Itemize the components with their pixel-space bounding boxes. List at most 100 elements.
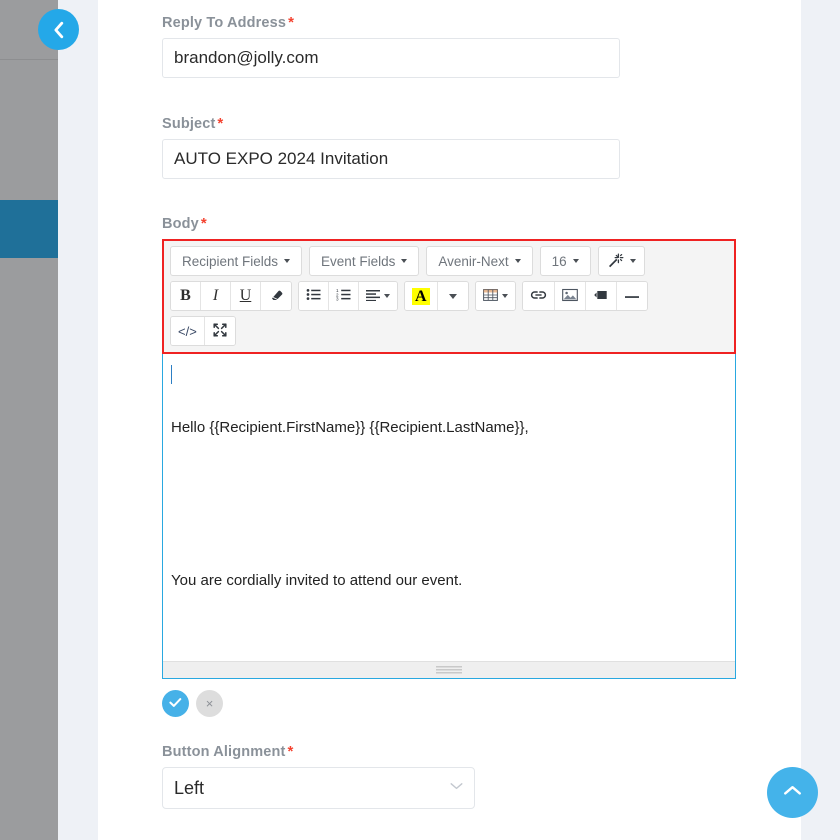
reply-to-address-label: Reply To Address * — [162, 14, 620, 31]
sidebar-divider — [0, 59, 58, 60]
view-button-group: </> — [170, 316, 236, 346]
content-gutter — [58, 0, 98, 840]
body-required-asterisk: * — [200, 215, 207, 232]
list-align-button-group: 1 2 3 — [298, 281, 398, 311]
svg-text:3: 3 — [336, 297, 339, 301]
italic-button[interactable]: I — [201, 282, 231, 310]
numbered-list-button[interactable]: 1 2 3 — [329, 282, 359, 310]
image-icon — [561, 288, 578, 305]
bold-button[interactable]: B — [171, 282, 201, 310]
left-sidebar — [0, 0, 58, 840]
underline-button[interactable]: U — [231, 282, 261, 310]
confirm-body-button[interactable] — [162, 690, 189, 717]
align-dropdown[interactable] — [359, 282, 397, 310]
underline-icon: U — [239, 287, 252, 304]
sidebar-active-item[interactable] — [0, 200, 58, 258]
sidebar-collapse-button[interactable] — [38, 9, 79, 50]
right-background-strip — [801, 0, 840, 840]
font-family-dropdown[interactable]: Avenir-Next — [426, 246, 533, 276]
styles-magic-wand-dropdown[interactable] — [597, 246, 645, 276]
editor-toolbar-row-3: </> — [170, 316, 728, 346]
button-alignment-select[interactable]: Left — [162, 767, 475, 809]
editor-status-bar — [163, 661, 735, 678]
app-root: Reply To Address* Subject* Body* Recipie… — [0, 0, 840, 840]
font-color-icon: A — [412, 287, 430, 305]
fullscreen-button[interactable] — [204, 317, 235, 345]
font-family-label: Avenir-Next — [438, 253, 509, 269]
insert-image-button[interactable] — [554, 282, 586, 310]
unordered-list-icon — [306, 288, 321, 304]
chevron-down-icon — [384, 294, 390, 298]
text-color-button-group: A — [404, 281, 469, 311]
body-label-text: Body — [162, 216, 199, 232]
code-view-button[interactable]: </> — [171, 317, 205, 345]
link-icon — [530, 289, 547, 304]
body-field-group: Body * Recipient Fields Event Fields Ave… — [162, 215, 736, 717]
text-cursor — [171, 365, 172, 384]
insert-button-group — [521, 281, 648, 311]
button-alignment-value: Left — [174, 777, 205, 798]
subject-field-group: Subject * — [162, 115, 620, 179]
font-size-dropdown[interactable]: 16 — [539, 246, 591, 276]
bold-icon: B — [180, 287, 191, 304]
body-action-buttons: × — [162, 690, 736, 717]
recipient-fields-label: Recipient Fields — [182, 253, 279, 269]
insert-video-button[interactable] — [585, 282, 617, 310]
reply-to-address-field-group: Reply To Address * — [162, 14, 620, 78]
table-icon — [482, 288, 498, 305]
reply-to-required-asterisk: * — [288, 14, 295, 31]
table-dropdown[interactable] — [475, 282, 515, 310]
editor-toolbar-row-1: Recipient Fields Event Fields Avenir-Nex… — [170, 246, 728, 276]
chevron-down-icon — [572, 259, 579, 263]
button-alignment-label: Button Alignment * — [162, 743, 475, 760]
align-left-icon — [366, 289, 380, 304]
editor-line-invite: You are cordially invited to attend our … — [171, 571, 463, 589]
font-size-label: 16 — [551, 253, 567, 269]
cancel-body-button[interactable]: × — [196, 690, 223, 717]
ordered-list-icon: 1 2 3 — [336, 288, 351, 304]
code-icon: </> — [178, 323, 197, 339]
editor-blank-line — [171, 492, 727, 517]
editor-toolbar-row-2: B I U 1 2 3 A — [170, 281, 728, 311]
magic-wand-icon — [607, 252, 624, 271]
rich-text-editor: Recipient Fields Event Fields Avenir-Nex… — [162, 239, 736, 679]
horizontal-rule-icon — [624, 289, 640, 304]
main-content-panel: Reply To Address* Subject* Body* Recipie… — [98, 0, 801, 840]
video-icon — [593, 289, 609, 304]
text-color-button[interactable]: A — [405, 282, 438, 310]
chevron-down-icon — [284, 259, 291, 263]
button-alignment-select-wrapper: Left — [162, 767, 475, 809]
chevron-down-icon — [448, 293, 457, 299]
scroll-to-top-button[interactable] — [767, 767, 818, 818]
chevron-up-icon — [782, 784, 803, 801]
chevron-down-icon — [401, 259, 408, 263]
check-icon — [169, 696, 182, 711]
reply-to-address-label-text: Reply To Address — [162, 15, 287, 31]
subject-required-asterisk: * — [217, 115, 224, 132]
subject-label-text: Subject — [162, 116, 216, 132]
event-fields-dropdown[interactable]: Event Fields — [309, 246, 420, 276]
editor-toolbar: Recipient Fields Event Fields Avenir-Nex… — [162, 239, 736, 354]
close-icon: × — [205, 696, 214, 711]
eraser-icon — [269, 288, 284, 305]
chevron-down-icon — [629, 259, 636, 263]
recipient-fields-dropdown[interactable]: Recipient Fields — [170, 246, 303, 276]
horizontal-rule-button[interactable] — [616, 282, 647, 310]
subject-label: Subject * — [162, 115, 620, 132]
subject-input[interactable] — [162, 139, 620, 179]
editor-content-area[interactable]: Hello {{Recipient.FirstName}} {{Recipien… — [162, 354, 736, 679]
editor-text-content: Hello {{Recipient.FirstName}} {{Recipien… — [171, 364, 727, 678]
reply-to-address-input[interactable] — [162, 38, 620, 78]
clear-formatting-button[interactable] — [261, 282, 291, 310]
button-alignment-required-asterisk: * — [287, 743, 294, 760]
table-button-group — [474, 281, 516, 311]
italic-icon: I — [212, 287, 219, 304]
event-fields-label: Event Fields — [321, 253, 396, 269]
insert-link-button[interactable] — [522, 282, 555, 310]
editor-resize-handle[interactable] — [436, 666, 462, 675]
text-style-button-group: B I U — [170, 281, 292, 311]
editor-line-greeting: Hello {{Recipient.FirstName}} {{Recipien… — [171, 419, 529, 436]
bullet-list-button[interactable] — [299, 282, 329, 310]
text-color-dropdown[interactable] — [437, 282, 468, 310]
chevron-down-icon — [501, 294, 508, 298]
